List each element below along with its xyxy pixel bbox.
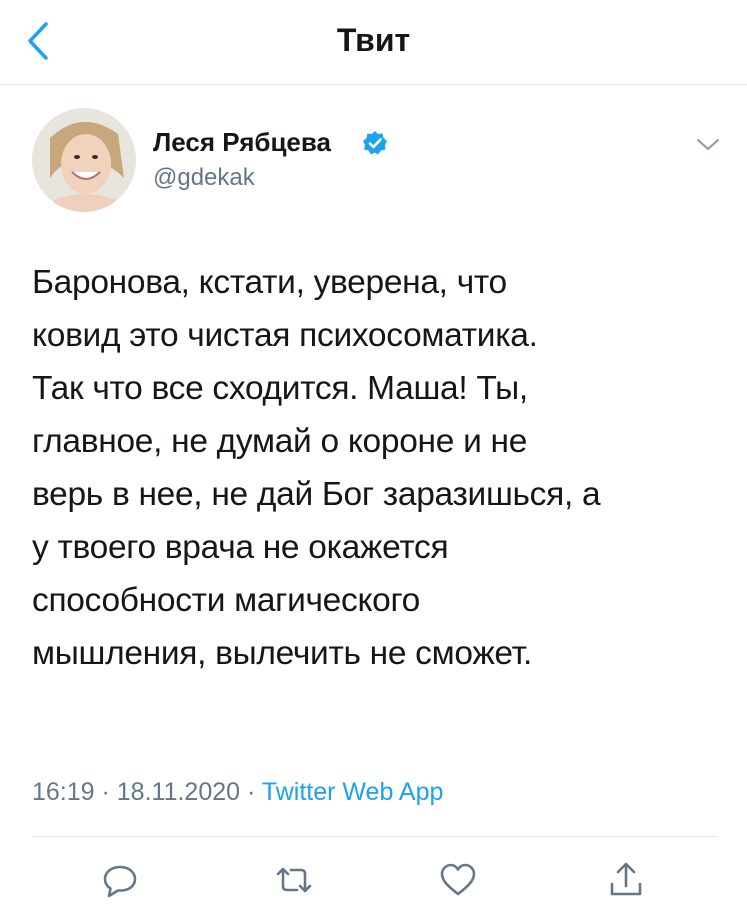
retweet-button[interactable] [272,858,316,902]
chevron-down-icon [697,139,719,150]
like-icon [440,863,476,896]
page-title: Твит [336,22,411,58]
share-button[interactable] [604,858,648,902]
share-icon [610,862,642,896]
top-bar: Твит [0,0,747,85]
divider [32,836,717,837]
tweet-meta: 16:19 · 18.11.2020 · Twitter Web App [32,778,443,807]
verified-badge-icon [363,131,387,155]
tweet-body: Баронова, кстати, уверена, что ковид это… [32,264,601,672]
tweet-time: 16:19 [32,778,95,806]
tweet-date: 18.11.2020 [116,778,241,806]
author-name[interactable]: Леся Рябцева [153,127,331,158]
retweet-icon [276,867,312,893]
meta-separator: · [240,778,262,806]
tweet-source-link[interactable]: Twitter Web App [262,778,444,806]
tweet-menu-button[interactable] [692,132,724,156]
like-button[interactable] [436,858,480,902]
author-handle[interactable]: @gdekak [153,164,255,192]
meta-separator: · [94,778,117,806]
reply-button[interactable] [98,858,142,902]
avatar[interactable] [32,108,136,212]
profile-photo [32,108,136,212]
reply-icon [103,865,137,898]
